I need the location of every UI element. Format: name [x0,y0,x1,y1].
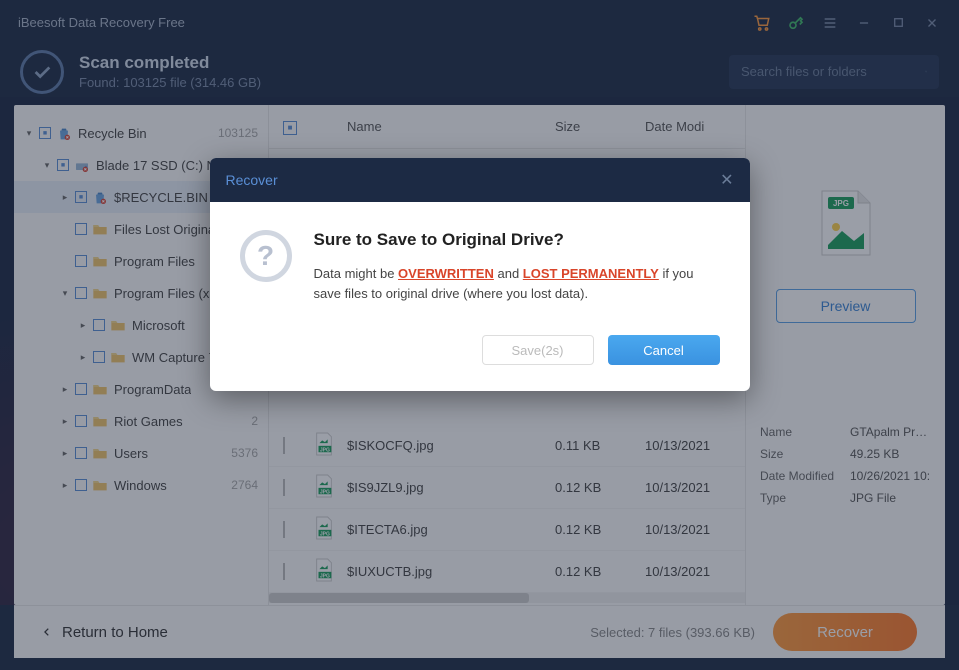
modal-message: Data might be OVERWRITTEN and LOST PERMA… [314,264,720,303]
modal-title-small: Recover [226,172,278,188]
question-icon: ? [240,230,292,282]
modal-overlay: Recover ✕ ? Sure to Save to Original Dri… [0,0,959,670]
cancel-button[interactable]: Cancel [608,335,720,365]
modal-close-icon[interactable]: ✕ [720,170,733,190]
save-button[interactable]: Save(2s) [482,335,594,365]
modal-heading: Sure to Save to Original Drive? [314,230,720,250]
confirm-dialog: Recover ✕ ? Sure to Save to Original Dri… [210,158,750,391]
